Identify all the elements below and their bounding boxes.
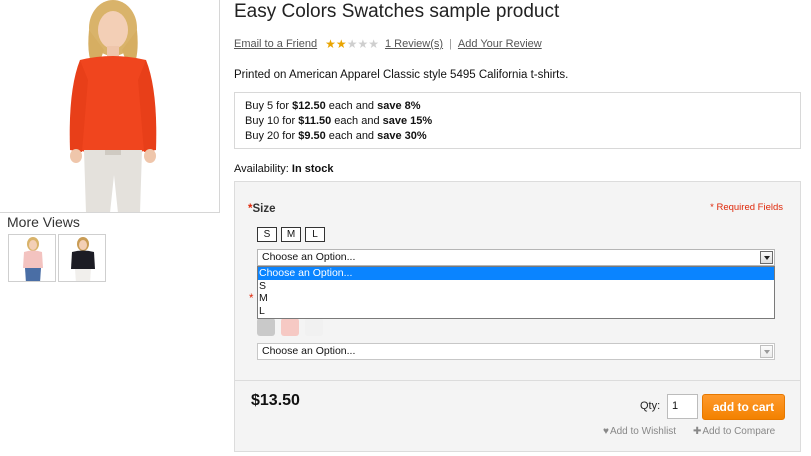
add-review-link[interactable]: Add Your Review — [458, 38, 542, 50]
product-price: $13.50 — [251, 392, 300, 409]
dropdown-option[interactable]: Choose an Option... — [258, 267, 774, 280]
product-options: *Size * Required Fields S M L Choose an … — [234, 181, 801, 381]
color-swatch-pink[interactable] — [281, 318, 299, 336]
thumbnail-pink-sweater[interactable] — [8, 234, 56, 282]
tier-price-line: Buy 20 for $9.50 each and save 30% — [245, 130, 427, 142]
chevron-down-icon[interactable] — [760, 345, 773, 358]
thumbnail-image — [9, 235, 55, 281]
color-select[interactable]: Choose an Option... — [257, 343, 775, 360]
add-to-cart-box: $13.50 Qty: 1 add to cart ♥Add to Wishli… — [234, 381, 801, 452]
size-label: *Size — [248, 203, 276, 215]
tier-price-box: Buy 5 for $12.50 each and save 8% Buy 10… — [234, 92, 801, 149]
email-to-friend-link[interactable]: Email to a Friend — [234, 38, 317, 50]
size-swatch-l[interactable]: L — [305, 227, 325, 242]
size-swatch-m[interactable]: M — [281, 227, 301, 242]
dropdown-option[interactable]: S — [258, 280, 774, 293]
star-empty-icon: ★ — [357, 37, 369, 51]
size-swatch-s[interactable]: S — [257, 227, 277, 242]
color-select-value: Choose an Option... — [262, 345, 356, 357]
star-empty-icon: ★ — [368, 37, 379, 51]
star-full-icon: ★ — [325, 37, 336, 51]
stock-status: In stock — [291, 163, 334, 175]
availability: Availability: In stock — [234, 163, 334, 175]
qty-input[interactable]: 1 — [667, 394, 698, 419]
main-product-image[interactable] — [0, 0, 220, 213]
add-to-compare-link[interactable]: ✚Add to Compare — [693, 426, 775, 437]
thumbnail-image — [59, 235, 105, 281]
color-swatches — [257, 318, 323, 336]
more-views-title: More Views — [7, 214, 80, 230]
add-to-cart-button[interactable]: add to cart — [702, 394, 785, 420]
link-separator: | — [449, 38, 452, 50]
size-swatches: S M L — [257, 227, 325, 242]
product-photo-orange-sweater — [0, 0, 219, 212]
dropdown-option[interactable]: L — [258, 305, 774, 318]
color-required-marker: * — [249, 293, 254, 305]
add-to-wishlist-link[interactable]: ♥Add to Wishlist — [603, 426, 676, 437]
size-select[interactable]: Choose an Option... — [257, 249, 775, 266]
size-dropdown-list: Choose an Option... S M L — [257, 266, 775, 319]
short-description: Printed on American Apparel Classic styl… — [234, 69, 569, 81]
reviews-count-link[interactable]: 1 Review(s) — [385, 38, 443, 50]
tier-price-line: Buy 10 for $11.50 each and save 15% — [245, 115, 433, 127]
required-fields-note: * Required Fields — [710, 202, 783, 213]
product-title: Easy Colors Swatches sample product — [234, 1, 560, 22]
star-empty-icon: ★ — [346, 37, 358, 51]
thumbnail-black-sweater[interactable] — [58, 234, 106, 282]
star-full-icon: ★ — [335, 37, 347, 51]
color-swatch-grey[interactable] — [257, 318, 275, 336]
heart-icon: ♥ — [603, 426, 609, 437]
rating-stars: ★ ★ ★ ★ ★ — [325, 37, 379, 51]
size-select-value: Choose an Option... — [262, 251, 356, 263]
plus-icon: ✚ — [693, 426, 702, 437]
dropdown-option[interactable]: M — [258, 292, 774, 305]
product-links-row: Email to a Friend ★ ★ ★ ★ ★ 1 Review(s) … — [234, 37, 542, 51]
tier-price-line: Buy 5 for $12.50 each and save 8% — [245, 100, 421, 112]
qty-label: Qty: — [640, 400, 661, 412]
color-swatch-white[interactable] — [305, 318, 323, 336]
chevron-down-icon[interactable] — [760, 251, 773, 264]
